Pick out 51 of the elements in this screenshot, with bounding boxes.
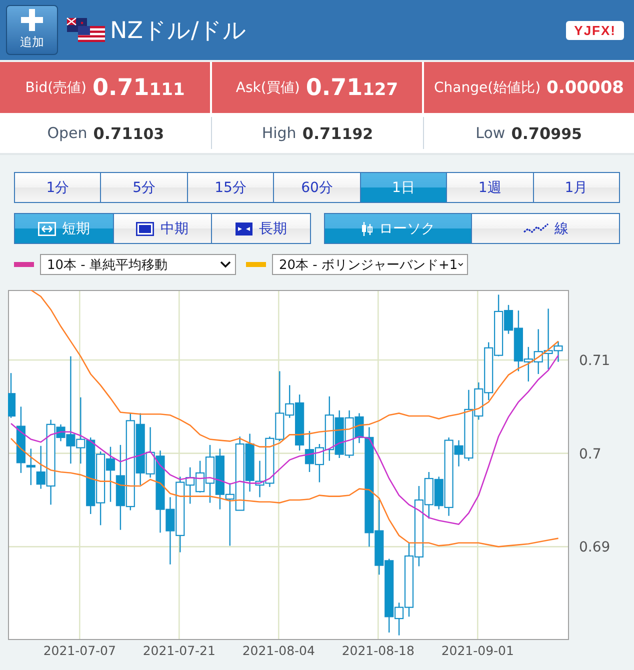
plus-icon (21, 9, 43, 31)
x-axis-label: 2021-07-21 (142, 643, 216, 658)
candlestick-icon (360, 222, 373, 236)
stat-value: 0.71192 (302, 124, 374, 142)
candlestick (534, 329, 543, 374)
logo: YJFX! (566, 20, 624, 40)
y-axis-label: 0.71 (579, 353, 610, 369)
range-tab[interactable]: 中期 (114, 214, 212, 243)
candlestick (265, 436, 274, 487)
chevron-icon (458, 261, 463, 268)
add-button[interactable]: 追加 (6, 5, 58, 55)
quote-value: 0.00008 (546, 78, 624, 98)
quote-value: 0.71111 (92, 74, 185, 100)
quote-label: Ask(買値) (236, 78, 300, 96)
indicator-dropdown[interactable]: 10本 - 単純平均移動 (40, 254, 236, 275)
currency-pair-title: NZドル/ドル (110, 16, 247, 46)
indicator-dropdown[interactable]: 20本 - ボリンジャーバンド+1 (272, 254, 468, 275)
stat-label: Low (476, 124, 506, 142)
quote-label: Bid(売値) (25, 78, 87, 96)
candlestick (334, 410, 344, 458)
period-tab[interactable]: 15分 (188, 173, 274, 202)
x-axis-label: 2021-09-01 (441, 643, 514, 658)
x-axis-label: 2021-08-04 (242, 643, 315, 658)
period-tab[interactable]: 5分 (101, 173, 188, 202)
flags-icon (66, 16, 106, 44)
stat-label: Open (47, 124, 88, 142)
candlestick (225, 483, 234, 546)
period-tab[interactable]: 1日 (360, 173, 448, 202)
rectangle-icon (136, 222, 154, 236)
y-axis-label: 0.7 (579, 446, 602, 462)
period-tab[interactable]: 1週 (447, 173, 534, 202)
stat-value: 0.71103 (93, 124, 164, 142)
chart-type-tab[interactable]: 線 (472, 214, 619, 243)
candlestick (304, 430, 314, 472)
range-tab[interactable]: 長期 (212, 214, 310, 243)
compress-arrows-icon (234, 222, 253, 236)
x-axis-label: 2021-08-18 (342, 643, 414, 658)
expand-arrows-icon (38, 222, 56, 236)
period-tab[interactable]: 1月 (534, 173, 619, 202)
period-tab[interactable]: 1分 (15, 173, 102, 202)
period-tab[interactable]: 60分 (274, 173, 361, 202)
y-axis-label: 0.69 (579, 540, 610, 556)
chevron-icon (220, 261, 231, 268)
stat-label: High (262, 124, 296, 142)
candlestick (166, 497, 175, 564)
candlestick (215, 448, 224, 510)
quote-label: Change(始値比) (434, 78, 541, 96)
quote-value: 0.71 127 (306, 74, 398, 100)
line-chart-icon (522, 222, 549, 236)
stat-value: 0.70995 (511, 124, 582, 142)
x-axis-label: 2021-07-07 (43, 643, 116, 658)
